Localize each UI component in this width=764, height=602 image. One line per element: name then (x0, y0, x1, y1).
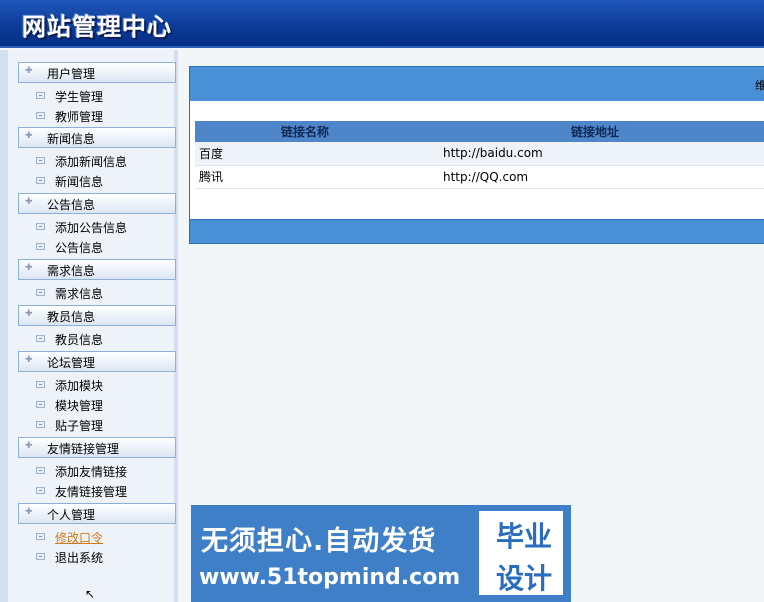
expand-icon: ✚ (25, 66, 33, 76)
sidebar-item-label: 贴子管理 (55, 419, 104, 433)
page-icon (36, 92, 45, 99)
sidebar-group-label: 公告信息 (47, 198, 96, 212)
sidebar-group-personal[interactable]: ✚ 个人管理 (18, 503, 176, 524)
link-url-cell: http://baidu.com (415, 142, 764, 166)
sidebar-group-news[interactable]: ✚ 新闻信息 (18, 127, 176, 148)
column-header: 链接地址 (415, 121, 764, 142)
link-name-cell: 腾讯 (195, 165, 415, 189)
sidebar-group-demand[interactable]: ✚ 需求信息 (18, 259, 176, 280)
sidebar-item-label: 添加模块 (55, 379, 104, 393)
page-icon (36, 157, 45, 164)
page-icon (36, 223, 45, 230)
ad-badge-line2: 设计 (495, 562, 552, 595)
app-title: 网站管理中心 (22, 13, 172, 41)
sidebar-group-label: 新闻信息 (47, 132, 96, 146)
expand-icon: ✚ (25, 197, 33, 207)
sidebar-nav: ✚ 用户管理 学生管理 教师管理 ✚ 新闻信息 添加新闻信息 新闻信息 ✚ 公告信息 … (0, 50, 178, 602)
sidebar-item-label: 添加新闻信息 (55, 155, 128, 169)
app-header: 网站管理中心 (0, 0, 764, 48)
sidebar-item-label: 模块管理 (55, 399, 104, 413)
sidebar-group-tutor[interactable]: ✚ 教员信息 (18, 305, 176, 326)
expand-icon: ✚ (25, 355, 33, 365)
page-icon (36, 467, 45, 474)
page-icon (36, 112, 45, 119)
panel-header: 维 (190, 67, 764, 101)
sidebar-item-label: 退出系统 (55, 551, 104, 565)
sidebar-item-label: 公告信息 (55, 241, 104, 255)
sidebar-item-label: 友情链接管理 (55, 485, 128, 499)
sidebar-item-label: 教员信息 (55, 333, 104, 347)
page-icon (36, 381, 45, 388)
page-icon (36, 335, 45, 342)
link-url-cell: http://QQ.com (415, 165, 764, 189)
expand-icon: ✚ (25, 131, 33, 141)
links-table: 链接名称 链接地址 百度 http://baidu.com 腾讯 http://… (195, 121, 764, 189)
mouse-cursor-icon: ↖ (85, 587, 96, 601)
sidebar-item-label: 教师管理 (55, 110, 104, 124)
table-header-row: 链接名称 链接地址 (195, 121, 764, 142)
expand-icon: ✚ (25, 441, 33, 451)
panel-header-text: 维 (755, 79, 764, 92)
table-row[interactable]: 腾讯 http://QQ.com (195, 165, 764, 189)
sidebar-item-label: 学生管理 (55, 90, 104, 104)
sidebar-group-links[interactable]: ✚ 友情链接管理 (18, 437, 176, 458)
sidebar-item-label: 需求信息 (55, 287, 104, 301)
expand-icon: ✚ (25, 507, 33, 517)
page-icon (36, 401, 45, 408)
page-icon (36, 533, 45, 540)
sidebar-group-label: 教员信息 (47, 310, 96, 324)
expand-icon: ✚ (25, 309, 33, 319)
table-row[interactable]: 百度 http://baidu.com (195, 142, 764, 166)
page-icon (36, 487, 45, 494)
sidebar-group-notice[interactable]: ✚ 公告信息 (18, 193, 176, 214)
page-icon (36, 421, 45, 428)
ad-url: www.51topmind.com (199, 565, 461, 590)
page-icon (36, 289, 45, 296)
sidebar-group-label: 用户管理 (47, 67, 96, 81)
ad-banner[interactable]: 无须担心.自动发货 www.51topmind.com 毕业 设计 (191, 505, 571, 602)
sidebar-group-forum[interactable]: ✚ 论坛管理 (18, 351, 176, 372)
sidebar-group-label: 论坛管理 (47, 356, 96, 370)
column-header: 链接名称 (195, 121, 415, 142)
sidebar-item-label: 添加友情链接 (55, 465, 128, 479)
page-icon (36, 553, 45, 560)
ad-badge: 毕业 设计 (477, 509, 565, 597)
link-name-cell: 百度 (195, 142, 415, 166)
sidebar-group-label: 个人管理 (47, 508, 96, 522)
page-icon (36, 243, 45, 250)
link-url[interactable]: http://QQ.com (443, 170, 528, 184)
link-url[interactable]: http://baidu.com (443, 146, 543, 160)
sidebar-group-label: 需求信息 (47, 264, 96, 278)
ad-badge-line1: 毕业 (495, 520, 552, 553)
page-icon (36, 177, 45, 184)
sidebar-item-label: 修改口令 (55, 531, 104, 545)
sidebar-group-user[interactable]: ✚ 用户管理 (18, 62, 176, 83)
sidebar-item-label: 添加公告信息 (55, 221, 128, 235)
sidebar-group-label: 友情链接管理 (47, 442, 120, 456)
panel-footer (190, 219, 764, 243)
ad-slogan: 无须担心.自动发货 (201, 526, 437, 557)
sidebar-item-label: 新闻信息 (55, 175, 104, 189)
links-panel: 维 链接名称 链接地址 百度 http://baidu.com 腾讯 http:… (189, 66, 764, 244)
expand-icon: ✚ (25, 263, 33, 273)
